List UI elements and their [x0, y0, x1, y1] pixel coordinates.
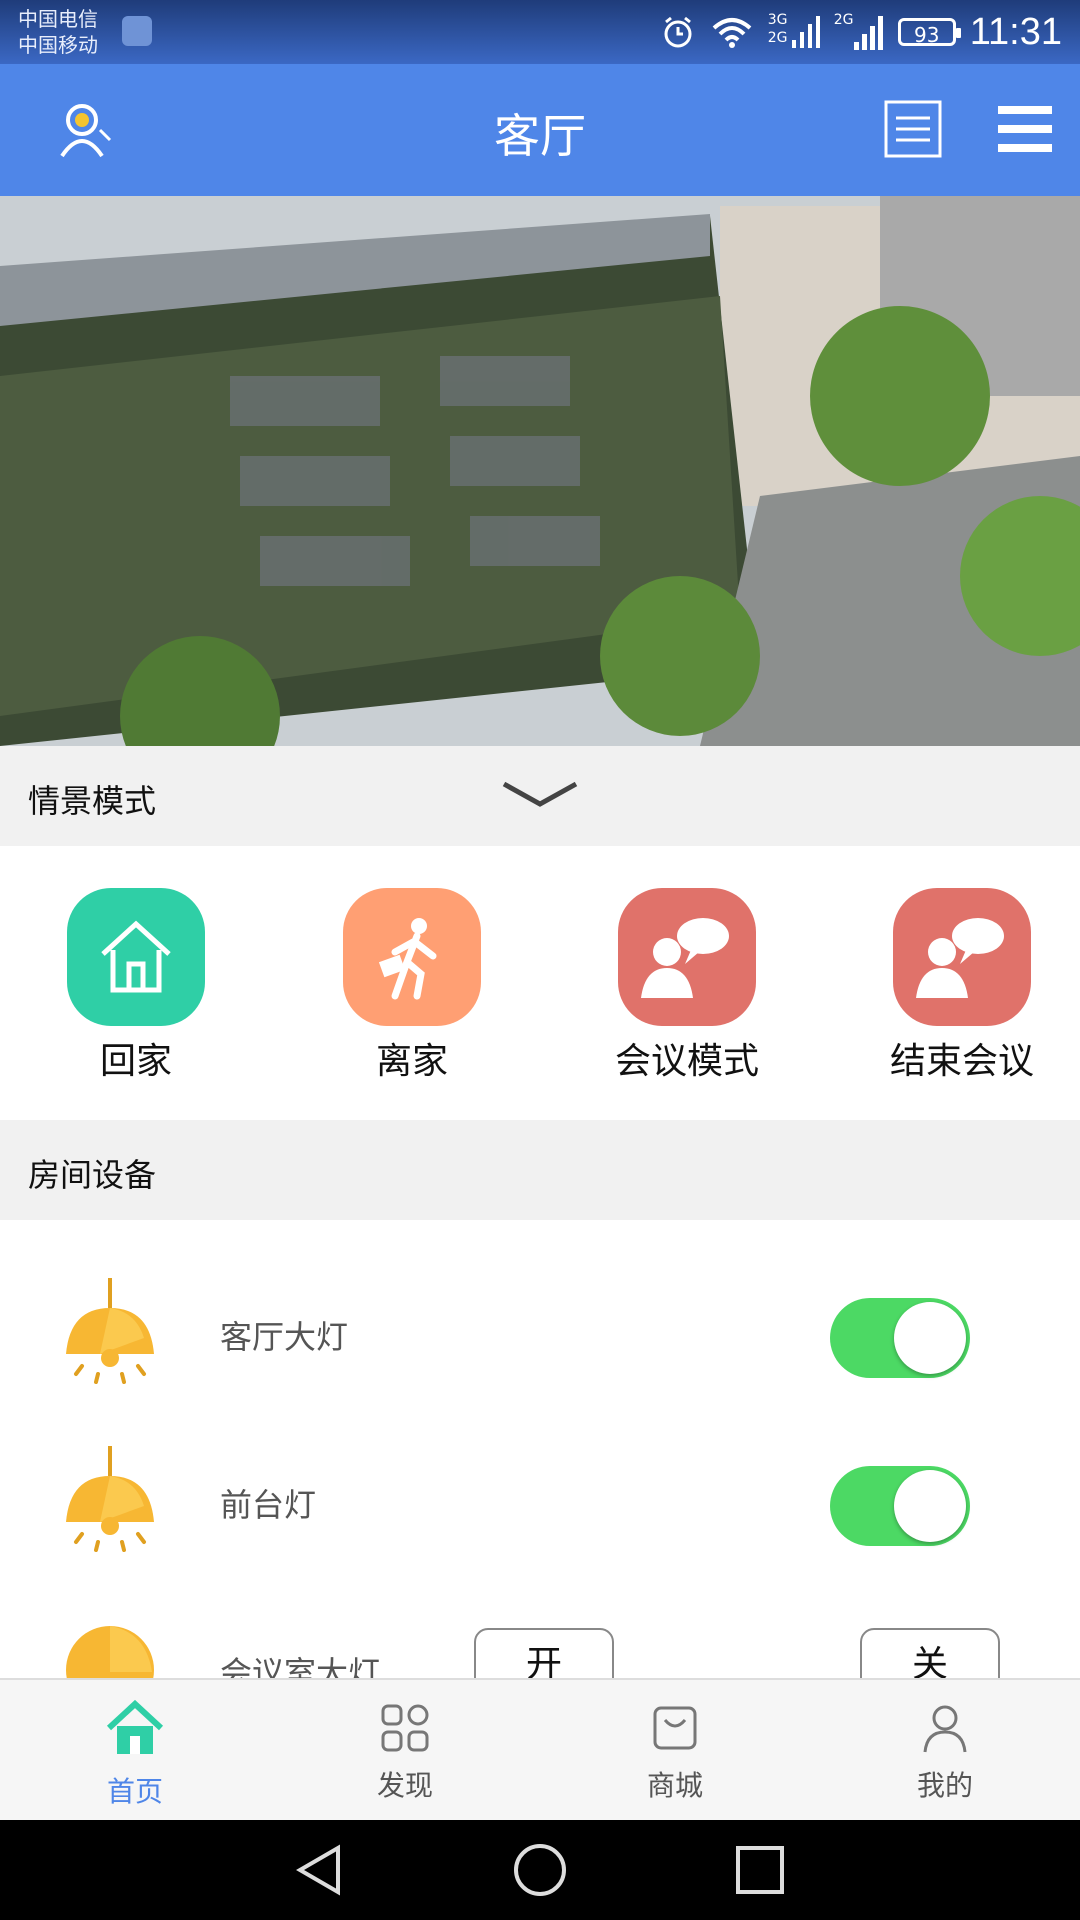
wifi-icon — [712, 18, 752, 48]
scene-end-meeting[interactable]: 结束会议 — [862, 888, 1062, 1084]
meeting-icon — [893, 888, 1031, 1026]
carrier-info: 中国电信 中国移动 — [18, 6, 98, 58]
scene-label: 会议模式 — [614, 1041, 759, 1082]
lamp-icon — [66, 1278, 154, 1384]
shopping-bag-icon — [653, 1706, 697, 1750]
signal-3g-2g-icon: 3G 2G — [768, 12, 820, 52]
clock: 11:31 — [969, 10, 1062, 53]
scene-meeting[interactable]: 会议模式 — [587, 888, 787, 1084]
system-navigation-bar — [0, 1820, 1080, 1920]
battery-indicator: 93 — [897, 18, 961, 47]
device-row: 前台灯 — [0, 1418, 1080, 1588]
title-bar: 客厅 — [0, 64, 1080, 196]
net-2g-b-label: 2G — [833, 12, 854, 28]
list-icon[interactable] — [884, 100, 942, 158]
status-bar: 中国电信 中国移动 3G 2G 2G 93 11:31 — [0, 0, 1080, 64]
device-label: 客厅大灯 — [220, 1318, 349, 1356]
device-toggle[interactable] — [830, 1298, 970, 1378]
signal-2g-icon: 2G — [834, 12, 884, 52]
profile-icon — [923, 1705, 967, 1753]
home-icon — [106, 1699, 164, 1754]
home-icon — [67, 888, 205, 1026]
home-circle-icon[interactable] — [512, 1842, 568, 1898]
scene-mode-title: 情景模式 — [28, 782, 157, 820]
nav-label: 发现 — [376, 1769, 433, 1802]
scene-list: 回家 离家 会议模式 结束会议 — [0, 846, 1080, 1120]
carrier-2: 中国移动 — [18, 33, 98, 57]
scene-label: 离家 — [375, 1041, 448, 1082]
room-devices-title: 房间设备 — [28, 1156, 157, 1194]
meeting-icon — [618, 888, 756, 1026]
device-row: 客厅大灯 — [0, 1250, 1080, 1420]
carrier-1: 中国电信 — [18, 7, 98, 31]
nav-mine[interactable]: 我的 — [810, 1680, 1080, 1822]
discover-grid-icon — [381, 1704, 429, 1752]
nav-mall[interactable]: 商城 — [540, 1680, 810, 1822]
nav-label: 首页 — [106, 1775, 163, 1808]
room-devices-header: 房间设备 — [0, 1120, 1080, 1220]
chevron-down-icon[interactable] — [500, 776, 580, 812]
scene-home[interactable]: 回家 — [36, 888, 236, 1084]
alarm-icon — [664, 16, 692, 48]
camera-feed[interactable] — [0, 196, 1080, 746]
toggle-knob — [894, 1470, 966, 1542]
scene-mode-header[interactable]: 情景模式 — [0, 746, 1080, 846]
scene-label: 结束会议 — [889, 1041, 1034, 1082]
back-icon[interactable] — [292, 1842, 348, 1898]
scene-away[interactable]: 离家 — [312, 888, 512, 1084]
nav-label: 我的 — [916, 1769, 973, 1802]
scene-label: 回家 — [99, 1041, 172, 1082]
nav-label: 商城 — [646, 1769, 703, 1802]
nav-home[interactable]: 首页 — [0, 1680, 270, 1822]
walking-person-icon — [343, 888, 481, 1026]
status-icons: 3G 2G 2G 93 11:31 — [660, 8, 1062, 56]
nav-discover[interactable]: 发现 — [270, 1680, 540, 1822]
toggle-knob — [894, 1302, 966, 1374]
recent-apps-icon[interactable] — [732, 1842, 788, 1898]
location-icon — [122, 16, 152, 46]
lamp-icon — [66, 1446, 154, 1552]
net-2g-label: 2G — [767, 30, 788, 46]
bottom-nav: 首页 发现 商城 我的 — [0, 1678, 1080, 1822]
device-toggle[interactable] — [830, 1466, 970, 1546]
device-label: 前台灯 — [220, 1486, 317, 1524]
net-3g-label: 3G — [767, 12, 788, 28]
menu-icon[interactable] — [996, 100, 1054, 158]
